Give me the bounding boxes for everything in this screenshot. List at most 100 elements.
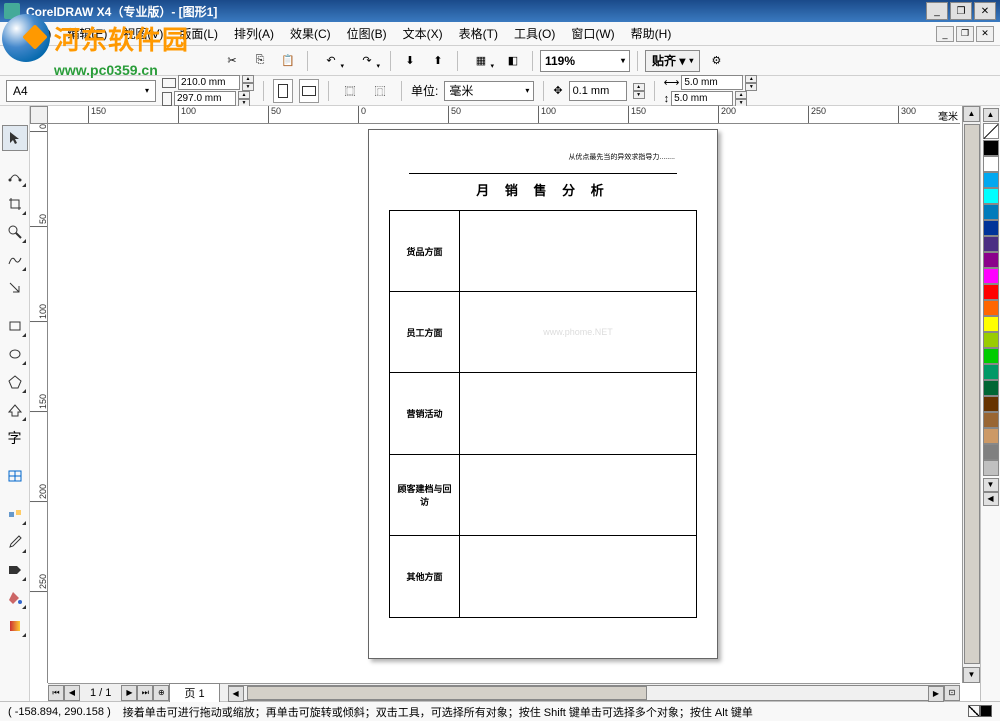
interactive-fill-tool[interactable] [2,613,28,639]
scroll-right-button[interactable]: ▶ [928,686,944,702]
ruler-origin[interactable] [30,106,48,124]
landscape-button[interactable] [299,79,319,103]
color-swatch[interactable] [983,236,999,252]
palette-flyout-button[interactable]: ◀ [983,492,999,506]
menu-help[interactable]: 帮助(H) [623,23,680,44]
cut-button[interactable]: ✂ [220,49,244,73]
page-height-input[interactable] [174,91,236,106]
drawing-viewport[interactable]: 从优点最先当的异效求指导力........ 月 销 售 分 析 货品方面 员工方… [48,124,960,683]
smart-drawing-tool[interactable] [2,275,28,301]
color-swatch[interactable] [983,220,999,236]
table-tool[interactable] [2,463,28,489]
last-page-button[interactable]: ⏭ [137,685,153,701]
menu-arrange[interactable]: 排列(A) [226,23,282,44]
menu-tools[interactable]: 工具(O) [506,23,563,44]
ruler-horizontal[interactable]: 150 100 50 0 50 100 150 200 250 300 毫米 [48,106,960,124]
paste-button[interactable]: 📋 [276,49,300,73]
palette-up-button[interactable]: ▲ [983,108,999,122]
color-swatch[interactable] [983,364,999,380]
minimize-button[interactable]: _ [926,2,948,20]
apply-all-pages-button[interactable]: ⿴ [338,79,362,103]
scroll-thumb-v[interactable] [964,124,980,664]
color-swatch[interactable] [983,380,999,396]
polygon-tool[interactable] [2,369,28,395]
pick-tool[interactable] [2,125,28,151]
doc-restore-button[interactable]: ❐ [956,26,974,42]
navigator-button[interactable]: ⊡ [944,685,960,701]
zoom-tool[interactable] [2,219,28,245]
export-button[interactable]: ⬆ [426,49,450,73]
prev-page-button[interactable]: ◀ [64,685,80,701]
width-spinner[interactable]: ▲▼ [242,75,254,90]
nudge-spinner[interactable]: ▲▼ [633,83,645,98]
page-size-combo[interactable]: A4 [6,80,156,102]
menu-table[interactable]: 表格(T) [451,23,506,44]
color-swatch[interactable] [983,396,999,412]
undo-button[interactable]: ↶ [315,49,347,73]
close-button[interactable]: ✕ [974,2,996,20]
menu-window[interactable]: 窗口(W) [563,23,622,44]
scroll-down-button[interactable]: ▼ [963,667,980,683]
palette-down-button[interactable]: ▼ [983,478,999,492]
maximize-button[interactable]: ❐ [950,2,972,20]
menu-text[interactable]: 文本(X) [395,23,451,44]
zoom-combo[interactable]: 119% [540,50,630,72]
text-tool[interactable]: 字 [2,425,28,451]
import-button[interactable]: ⬇ [398,49,422,73]
scroll-left-button[interactable]: ◀ [228,686,244,702]
color-swatch[interactable] [983,348,999,364]
color-swatch[interactable] [983,444,999,460]
doc-close-button[interactable]: ✕ [976,26,994,42]
portrait-button[interactable] [273,79,293,103]
page-width-input[interactable] [178,75,240,90]
ruler-vertical[interactable]: 0 50 100 150 200 250 [30,124,48,683]
redo-button[interactable]: ↷ [351,49,383,73]
eyedropper-tool[interactable] [2,529,28,555]
color-swatch[interactable] [983,252,999,268]
color-swatch[interactable] [983,316,999,332]
color-swatch[interactable] [983,156,999,172]
scroll-up-button[interactable]: ▲ [963,106,980,122]
shape-tool[interactable] [2,163,28,189]
first-page-button[interactable]: ⏮ [48,685,64,701]
menu-bitmaps[interactable]: 位图(B) [339,23,395,44]
scroll-thumb-h[interactable] [247,686,647,700]
ellipse-tool[interactable] [2,341,28,367]
interactive-blend-tool[interactable] [2,501,28,527]
outline-tool[interactable] [2,557,28,583]
vertical-scrollbar[interactable]: ▲ ▼ [962,106,980,683]
welcome-button[interactable]: ◧ [501,49,525,73]
freehand-tool[interactable] [2,247,28,273]
fill-tool[interactable] [2,585,28,611]
snap-to-button[interactable]: 贴齐 ▾ [645,50,700,72]
menu-edit[interactable]: 编辑(E) [59,23,115,44]
page-tab[interactable]: 页 1 [169,683,219,702]
menu-effects[interactable]: 效果(C) [282,23,339,44]
dup-y-input[interactable] [671,91,733,106]
color-swatch[interactable] [983,204,999,220]
nudge-distance-input[interactable] [569,81,627,101]
menu-layout[interactable]: 版面(L) [171,23,226,44]
height-spinner[interactable]: ▲▼ [238,91,250,106]
fill-outline-indicator[interactable] [968,705,992,719]
color-swatch[interactable] [983,188,999,204]
color-swatch[interactable] [983,172,999,188]
color-swatch[interactable] [983,300,999,316]
next-page-button[interactable]: ▶ [121,685,137,701]
rectangle-tool[interactable] [2,313,28,339]
units-combo[interactable]: 毫米 [444,81,534,101]
color-swatch[interactable] [983,268,999,284]
doc-minimize-button[interactable]: _ [936,26,954,42]
color-swatch[interactable] [983,412,999,428]
app-launcher-button[interactable]: ▦ [465,49,497,73]
no-color-swatch[interactable] [983,123,999,139]
color-swatch[interactable] [983,428,999,444]
color-swatch[interactable] [983,460,999,476]
color-swatch[interactable] [983,332,999,348]
crop-tool[interactable] [2,191,28,217]
add-page-button[interactable]: ⊕ [153,685,169,701]
horizontal-scrollbar[interactable]: ◀ ▶ [228,685,944,701]
basic-shapes-tool[interactable] [2,397,28,423]
apply-current-page-button[interactable]: ⿵ [368,79,392,103]
color-swatch[interactable] [983,284,999,300]
